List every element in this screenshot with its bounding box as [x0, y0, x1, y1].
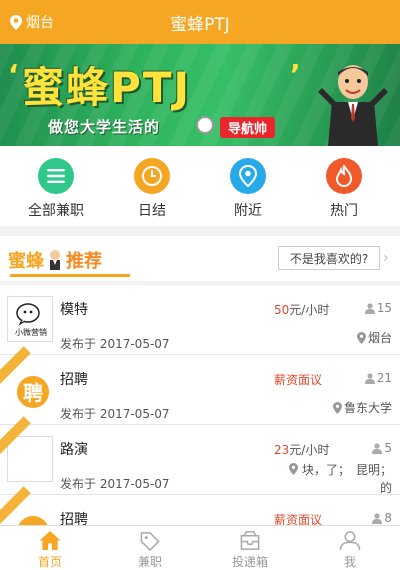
person-icon	[372, 442, 383, 454]
person-icon	[364, 302, 375, 314]
job-thumbnail	[7, 436, 53, 482]
job-title: 招聘	[60, 512, 88, 525]
svg-text:聘: 聘	[23, 381, 43, 405]
count-value: 5	[384, 441, 392, 455]
thumbnail-text: 小微营销	[15, 328, 47, 337]
job-list: 小微营销 模特 发布于 2017-05-07 50元/小时 15 烟台 聘 招聘…	[0, 285, 400, 525]
job-date: 发布于 2017-05-07	[60, 407, 170, 421]
applicant-count: 21	[364, 371, 392, 385]
job-date: 发布于 2017-05-07	[60, 337, 170, 351]
job-pay: 薪资面议	[274, 371, 322, 388]
location-value: 鲁东大学	[343, 401, 392, 415]
pay-amount: 50	[274, 303, 290, 317]
category-label: 附近	[234, 203, 262, 219]
person-icon	[339, 531, 361, 551]
banner-quote-left: ‘	[8, 58, 19, 91]
tab-jobs[interactable]: 兼职	[100, 526, 200, 570]
clock-icon	[134, 158, 170, 194]
job-pay: 薪资面议	[274, 511, 322, 525]
page-title: 蜜蜂PTJ	[170, 14, 230, 35]
recommend-logo: 蜜蜂 推荐	[8, 246, 130, 277]
compass-icon	[196, 116, 214, 134]
location-selector[interactable]: 烟台	[10, 0, 54, 44]
category-label: 日结	[138, 203, 166, 219]
job-row[interactable]: 聘 招聘 发布于 2017-05-07 薪资面议 21 鲁东大学	[0, 346, 400, 425]
recommend-header: 蜜蜂 推荐 不是我喜欢的? ›	[0, 236, 400, 281]
applicant-count: 8	[372, 511, 392, 525]
pay-unit: 元/小时	[289, 303, 330, 317]
location-pin-icon	[230, 158, 266, 194]
job-row[interactable]: 路演 发布于 2017-05-07 23元/小时 5 块，了； 昆明；的	[0, 416, 400, 497]
job-date: 发布于 2017-05-07	[60, 477, 170, 491]
app: 烟台 蜜蜂PTJ ‘ 蜜蜂PTJ ’ 做您大学生活的 导航帅 全部兼职 日结 附…	[0, 0, 400, 570]
tab-label: 投递箱	[231, 555, 268, 569]
job-thumbnail: 小微营销	[7, 296, 53, 342]
recruit-logo: 聘	[17, 376, 49, 408]
banner-subtitle: 做您大学生活的	[48, 118, 161, 136]
bee-mascot-icon	[50, 250, 60, 270]
category-nav: 全部兼职 日结 附近 热门	[0, 146, 400, 226]
location-pin-icon	[289, 463, 299, 475]
job-row[interactable]: 招聘 薪资面议 8	[0, 486, 400, 525]
pay-amount: 薪资面议	[274, 513, 323, 525]
pay-unit: 元/小时	[289, 443, 330, 457]
person-icon	[372, 512, 383, 524]
category-nearby[interactable]: 附近	[203, 146, 293, 226]
bottom-tab-bar: 首页 兼职 投递箱 我	[0, 525, 400, 570]
tab-me[interactable]: 我	[300, 526, 400, 570]
recommend-brand-b: 推荐	[66, 251, 102, 272]
list-icon	[38, 158, 74, 194]
count-value: 21	[376, 371, 392, 385]
location-value: 块，了； 昆明；的	[301, 463, 392, 495]
location-pin-icon	[356, 331, 366, 344]
location-pin-icon	[332, 401, 342, 414]
job-pay: 50元/小时	[274, 301, 329, 318]
not-my-taste-button[interactable]: 不是我喜欢的?	[278, 246, 380, 270]
tab-label: 兼职	[137, 555, 162, 569]
recommend-brand-a: 蜜蜂	[8, 251, 44, 272]
tag-icon	[140, 532, 160, 551]
category-hot[interactable]: 热门	[299, 146, 389, 226]
person-icon	[364, 372, 375, 384]
cartoon-man-illustration	[318, 65, 388, 146]
count-value: 15	[376, 301, 392, 315]
pay-amount: 薪资面议	[274, 373, 323, 387]
category-all-jobs[interactable]: 全部兼职	[11, 146, 101, 226]
flame-icon	[326, 158, 362, 194]
job-pay: 23元/小时	[274, 441, 329, 458]
inbox-icon	[240, 531, 260, 550]
job-row[interactable]: 小微营销 模特 发布于 2017-05-07 50元/小时 15 烟台	[0, 285, 400, 355]
home-icon	[39, 530, 61, 551]
job-title: 路演	[60, 442, 88, 458]
job-location: 鲁东大学	[332, 399, 392, 416]
category-daily-pay[interactable]: 日结	[107, 146, 197, 226]
location-label: 烟台	[26, 15, 54, 31]
job-location: 烟台	[356, 329, 392, 346]
banner-quote-right: ’	[290, 58, 301, 91]
location-pin-icon	[10, 14, 22, 30]
category-label: 全部兼职	[28, 203, 84, 219]
banner-tag: 导航帅	[220, 117, 276, 138]
top-bar: 烟台 蜜蜂PTJ	[0, 0, 400, 44]
category-label: 热门	[330, 203, 358, 219]
recommend-underline	[10, 274, 130, 277]
job-location: 块，了； 昆明；的	[282, 461, 392, 497]
job-thumbnail: 聘	[7, 366, 53, 412]
tab-inbox[interactable]: 投递箱	[200, 526, 300, 570]
chevron-right-icon[interactable]: ›	[383, 250, 389, 266]
tab-label: 首页	[37, 555, 62, 569]
pay-amount: 23	[274, 443, 290, 457]
banner-headline: 蜜蜂PTJ	[22, 63, 192, 112]
location-value: 烟台	[367, 331, 392, 345]
job-title: 招聘	[60, 372, 88, 388]
promo-banner[interactable]: ‘ 蜜蜂PTJ ’ 做您大学生活的 导航帅	[0, 44, 400, 146]
applicant-count: 15	[364, 301, 392, 315]
tab-home[interactable]: 首页	[0, 526, 100, 570]
tab-label: 我	[343, 555, 356, 569]
count-value: 8	[384, 511, 392, 525]
applicant-count: 5	[372, 441, 392, 455]
job-title: 模特	[60, 302, 88, 318]
